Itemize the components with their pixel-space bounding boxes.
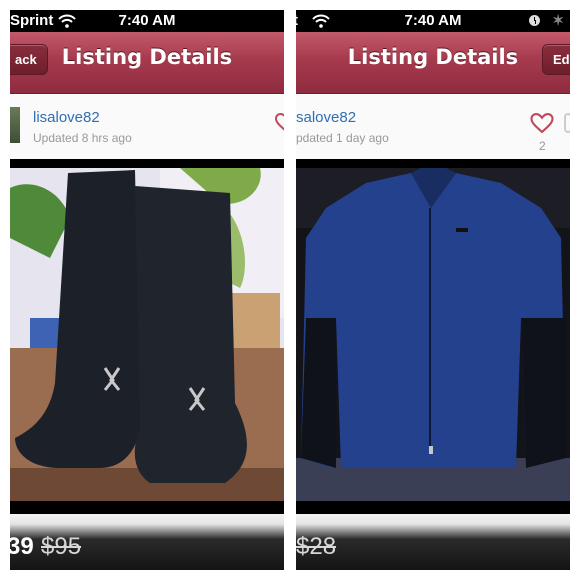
heart-icon[interactable]	[274, 112, 284, 138]
page-title: Listing Details	[61, 45, 233, 69]
seller-username-link[interactable]: lisalove82	[33, 109, 100, 126]
listing-screenshot-left: Sprint 7:40 AM Listing Details ack lisal…	[10, 10, 284, 570]
updated-timestamp: Updated 8 hrs ago	[33, 131, 132, 145]
listing-photo-frame	[296, 159, 570, 514]
price-bar: $28	[296, 514, 570, 570]
status-bar: t 7:40 AM ✶	[296, 10, 570, 32]
edit-button[interactable]: Ed	[542, 44, 570, 75]
navigation-bar: Listing Details Ed	[296, 32, 570, 94]
page-title: Listing Details	[347, 45, 519, 69]
back-button[interactable]: ack	[10, 44, 48, 75]
seller-username-link[interactable]: salove82	[296, 109, 356, 126]
listing-photo[interactable]	[10, 168, 284, 501]
status-bar: Sprint 7:40 AM	[10, 10, 284, 32]
price-label: $28	[296, 533, 337, 560]
seller-info: salove82 pdated 1 day ago 2	[296, 95, 570, 159]
avatar[interactable]	[10, 107, 20, 143]
listing-photo[interactable]	[296, 168, 570, 501]
updated-timestamp: pdated 1 day ago	[296, 131, 389, 145]
clock-icon	[529, 15, 540, 26]
like-count: 2	[539, 139, 546, 153]
listing-screenshot-right: t 7:40 AM ✶ Listing Details Ed salove82 …	[296, 10, 570, 570]
heart-icon[interactable]	[530, 112, 554, 139]
status-time: 7:40 AM	[118, 12, 176, 29]
navigation-bar: Listing Details ack	[10, 32, 284, 94]
price-label: 39	[10, 533, 34, 560]
seller-info: lisalove82 Updated 8 hrs ago	[10, 95, 284, 159]
price-bar: 39 $95	[10, 514, 284, 570]
listing-photo-frame	[10, 159, 284, 514]
bluetooth-icon: ✶	[552, 12, 564, 28]
original-price-label: $95	[41, 533, 82, 560]
comment-icon[interactable]	[564, 113, 570, 133]
